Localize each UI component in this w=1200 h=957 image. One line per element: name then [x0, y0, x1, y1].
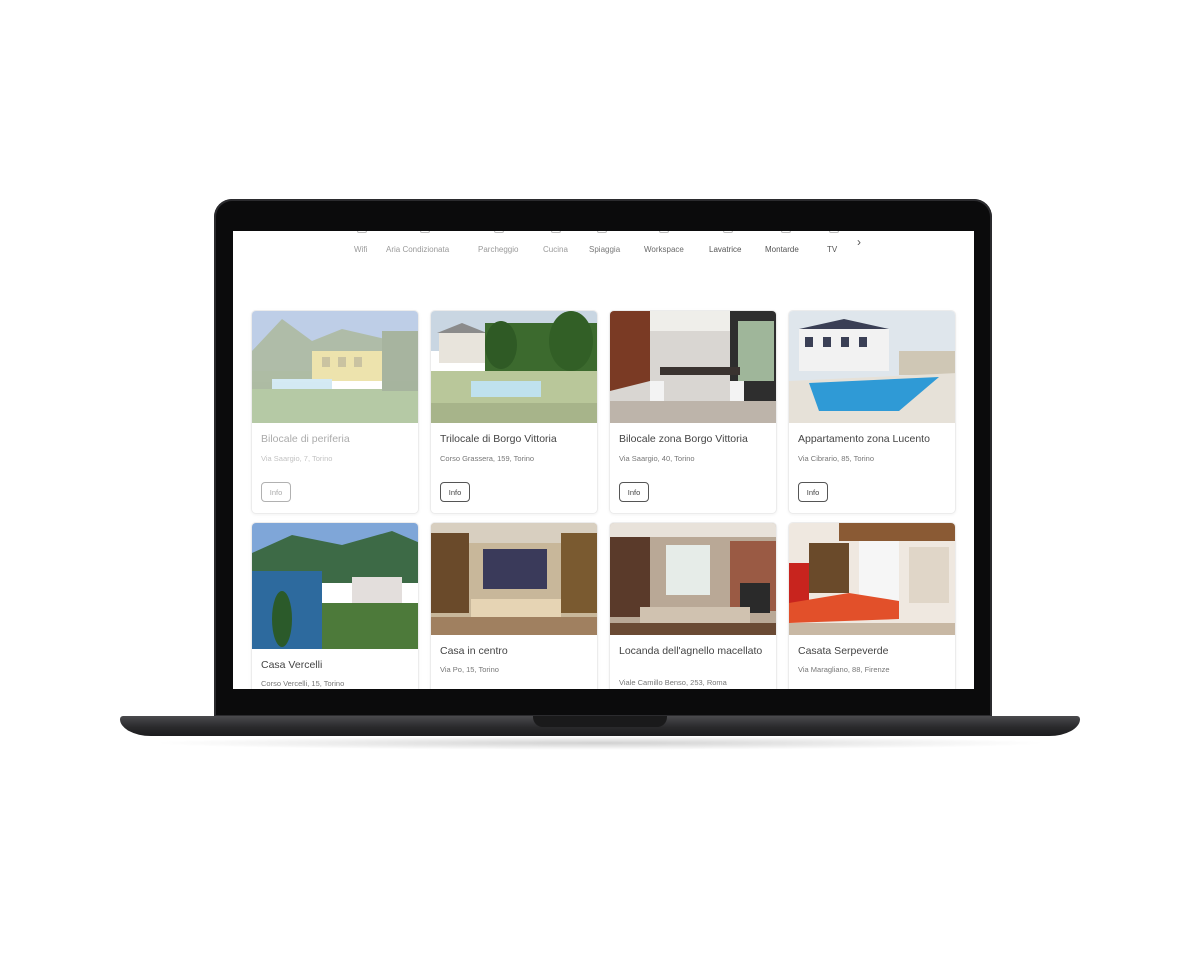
laptop-screen: Wifi Aria Condizionata Parcheggio Cucina…	[233, 231, 974, 689]
listing-title[interactable]: Appartamento zona Lucento	[798, 433, 948, 446]
category-kitchen[interactable]: Cucina	[543, 245, 568, 254]
mountain-icon	[781, 231, 791, 233]
listing-address: Via Saargio, 7, Torino	[261, 454, 333, 463]
listing-title[interactable]: Casa in centro	[440, 645, 590, 658]
parking-icon	[494, 231, 504, 233]
listing-address: Corso Vercelli, 15, Torino	[261, 679, 345, 688]
listing-card[interactable]: Appartamento zona Lucento Via Cibrario, …	[788, 310, 956, 514]
listing-card[interactable]: Bilocale zona Borgo Vittoria Via Saargio…	[609, 310, 777, 514]
category-air-conditioning[interactable]: Aria Condizionata	[386, 245, 449, 254]
listing-address: Via Cibrario, 85, Torino	[798, 454, 875, 463]
info-button[interactable]: Info	[440, 482, 470, 502]
air-conditioning-icon	[420, 231, 430, 233]
listing-card[interactable]: Casa in centro Via Po, 15, Torino	[430, 522, 598, 689]
listing-address: Via Po, 15, Torino	[440, 665, 499, 674]
listing-photo	[610, 311, 776, 423]
info-button[interactable]: Info	[798, 482, 828, 502]
listing-title[interactable]: Bilocale di periferia	[261, 433, 411, 446]
listing-card[interactable]: Locanda dell'agnello macellato Viale Cam…	[609, 522, 777, 689]
listing-address: Via Maragliano, 88, Firenze	[798, 665, 890, 674]
category-bar: Wifi Aria Condizionata Parcheggio Cucina…	[233, 231, 974, 271]
listing-card[interactable]: Bilocale di periferia Via Saargio, 7, To…	[251, 310, 419, 514]
listing-photo	[789, 523, 955, 635]
listing-address: Viale Camillo Benso, 253, Roma	[619, 678, 727, 687]
listing-photo	[431, 523, 597, 635]
listing-title[interactable]: Bilocale zona Borgo Vittoria	[619, 433, 769, 446]
laptop-notch	[533, 716, 667, 727]
listing-title[interactable]: Trilocale di Borgo Vittoria	[440, 433, 590, 446]
listing-photo	[431, 311, 597, 423]
listing-card[interactable]: Trilocale di Borgo Vittoria Corso Grasse…	[430, 310, 598, 514]
tv-icon	[829, 231, 839, 233]
listing-photo	[789, 311, 955, 423]
category-parking[interactable]: Parcheggio	[478, 245, 518, 254]
chevron-right-icon[interactable]: ›	[857, 235, 861, 249]
washer-icon	[723, 231, 733, 233]
listing-photo	[610, 523, 776, 635]
category-wifi[interactable]: Wifi	[354, 245, 367, 254]
listing-address: Corso Grassera, 159, Torino	[440, 454, 535, 463]
info-button[interactable]: Info	[261, 482, 291, 502]
listing-title[interactable]: Casa Vercelli	[261, 659, 411, 672]
listing-card[interactable]: Casata Serpeverde Via Maragliano, 88, Fi…	[788, 522, 956, 689]
kitchen-icon	[551, 231, 561, 233]
listing-title[interactable]: Locanda dell'agnello macellato	[619, 645, 769, 658]
wifi-icon	[357, 231, 367, 233]
category-icons-row	[233, 231, 974, 235]
laptop-shadow	[150, 736, 1050, 750]
category-workspace[interactable]: Workspace	[644, 245, 684, 254]
listing-photo	[252, 311, 418, 423]
listing-address: Via Saargio, 40, Torino	[619, 454, 695, 463]
category-tv[interactable]: TV	[827, 245, 837, 254]
category-washer[interactable]: Lavatrice	[709, 245, 741, 254]
workspace-icon	[659, 231, 669, 233]
listing-photo	[252, 523, 418, 649]
info-button[interactable]: Info	[619, 482, 649, 502]
listing-card[interactable]: Casa Vercelli Corso Vercelli, 15, Torino	[251, 522, 419, 689]
category-mountain[interactable]: Montarde	[765, 245, 799, 254]
beach-icon	[597, 231, 607, 233]
category-beach[interactable]: Spiaggia	[589, 245, 620, 254]
listing-title[interactable]: Casata Serpeverde	[798, 645, 948, 658]
